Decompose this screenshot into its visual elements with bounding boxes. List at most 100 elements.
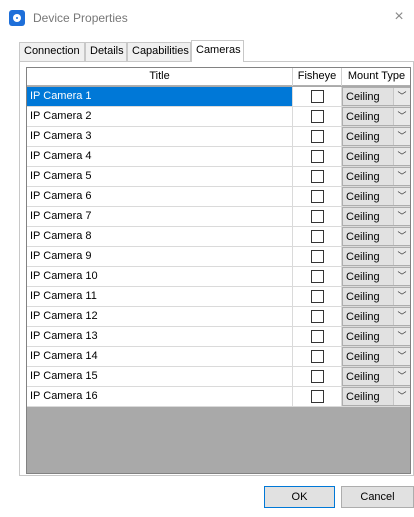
fisheye-checkbox[interactable] <box>311 210 324 223</box>
mount-type-dropdown[interactable]: Ceiling ﹀ <box>342 167 410 186</box>
mount-type-value: Ceiling <box>346 351 380 363</box>
chevron-down-icon[interactable]: ﹀ <box>393 268 410 285</box>
mount-type-dropdown[interactable]: Ceiling ﹀ <box>342 287 410 306</box>
close-button[interactable]: × <box>390 7 408 27</box>
camera-title-cell[interactable]: IP Camera 6 <box>27 187 293 206</box>
chevron-down-icon[interactable]: ﹀ <box>393 388 410 405</box>
table-row[interactable]: IP Camera 7 Ceiling ﹀ <box>27 207 410 227</box>
table-row[interactable]: IP Camera 13 Ceiling ﹀ <box>27 327 410 347</box>
cameras-grid[interactable]: Title Fisheye Mount Type IP Camera 1 Ceil… <box>26 67 411 474</box>
mount-type-value: Ceiling <box>346 291 380 303</box>
chevron-down-icon[interactable]: ﹀ <box>393 308 410 325</box>
fisheye-checkbox[interactable] <box>311 230 324 243</box>
mount-type-dropdown[interactable]: Ceiling ﹀ <box>342 147 410 166</box>
chevron-down-icon[interactable]: ﹀ <box>393 368 410 385</box>
chevron-down-icon[interactable]: ﹀ <box>393 168 410 185</box>
fisheye-cell <box>293 147 342 166</box>
ok-button[interactable]: OK <box>264 486 335 508</box>
fisheye-checkbox[interactable] <box>311 310 324 323</box>
table-row[interactable]: IP Camera 11 Ceiling ﹀ <box>27 287 410 307</box>
fisheye-checkbox[interactable] <box>311 290 324 303</box>
table-row[interactable]: IP Camera 3 Ceiling ﹀ <box>27 127 410 147</box>
fisheye-checkbox[interactable] <box>311 350 324 363</box>
tab-connection[interactable]: Connection <box>19 42 85 61</box>
title-bar: Device Properties × <box>0 0 414 36</box>
table-row[interactable]: IP Camera 14 Ceiling ﹀ <box>27 347 410 367</box>
column-header-mount-type[interactable]: Mount Type <box>342 68 410 86</box>
camera-title-cell[interactable]: IP Camera 16 <box>27 387 293 406</box>
fisheye-checkbox[interactable] <box>311 190 324 203</box>
mount-type-value: Ceiling <box>346 371 380 383</box>
chevron-down-icon[interactable]: ﹀ <box>393 348 410 365</box>
chevron-down-icon[interactable]: ﹀ <box>393 208 410 225</box>
table-row[interactable]: IP Camera 5 Ceiling ﹀ <box>27 167 410 187</box>
chevron-down-icon[interactable]: ﹀ <box>393 88 410 105</box>
table-row[interactable]: IP Camera 12 Ceiling ﹀ <box>27 307 410 327</box>
camera-title-cell[interactable]: IP Camera 10 <box>27 267 293 286</box>
tab-cameras[interactable]: Cameras <box>191 40 244 62</box>
app-logo-icon <box>9 10 25 26</box>
tab-capabilities[interactable]: Capabilities <box>127 42 191 61</box>
fisheye-checkbox[interactable] <box>311 370 324 383</box>
table-row[interactable]: IP Camera 8 Ceiling ﹀ <box>27 227 410 247</box>
chevron-down-icon[interactable]: ﹀ <box>393 188 410 205</box>
table-row[interactable]: IP Camera 2 Ceiling ﹀ <box>27 107 410 127</box>
cancel-button[interactable]: Cancel <box>341 486 414 508</box>
chevron-down-icon[interactable]: ﹀ <box>393 328 410 345</box>
camera-title-cell[interactable]: IP Camera 9 <box>27 247 293 266</box>
camera-title-cell[interactable]: IP Camera 7 <box>27 207 293 226</box>
mount-type-dropdown[interactable]: Ceiling ﹀ <box>342 127 410 146</box>
fisheye-checkbox[interactable] <box>311 150 324 163</box>
mount-type-dropdown[interactable]: Ceiling ﹀ <box>342 267 410 286</box>
mount-type-dropdown[interactable]: Ceiling ﹀ <box>342 367 410 386</box>
camera-title-cell[interactable]: IP Camera 13 <box>27 327 293 346</box>
mount-type-value: Ceiling <box>346 271 380 283</box>
fisheye-cell <box>293 367 342 386</box>
camera-title-cell[interactable]: IP Camera 1 <box>27 87 293 106</box>
chevron-down-icon[interactable]: ﹀ <box>393 248 410 265</box>
camera-title-cell[interactable]: IP Camera 12 <box>27 307 293 326</box>
chevron-down-icon[interactable]: ﹀ <box>393 108 410 125</box>
mount-type-dropdown[interactable]: Ceiling ﹀ <box>342 227 410 246</box>
fisheye-checkbox[interactable] <box>311 130 324 143</box>
column-header-title[interactable]: Title <box>27 68 293 86</box>
fisheye-checkbox[interactable] <box>311 390 324 403</box>
table-row[interactable]: IP Camera 1 Ceiling ﹀ <box>27 87 410 107</box>
fisheye-checkbox[interactable] <box>311 90 324 103</box>
fisheye-checkbox[interactable] <box>311 170 324 183</box>
chevron-down-icon[interactable]: ﹀ <box>393 228 410 245</box>
table-row[interactable]: IP Camera 4 Ceiling ﹀ <box>27 147 410 167</box>
tab-details[interactable]: Details <box>85 42 127 61</box>
camera-title-cell[interactable]: IP Camera 15 <box>27 367 293 386</box>
mount-type-dropdown[interactable]: Ceiling ﹀ <box>342 307 410 326</box>
table-row[interactable]: IP Camera 6 Ceiling ﹀ <box>27 187 410 207</box>
mount-type-dropdown[interactable]: Ceiling ﹀ <box>342 327 410 346</box>
chevron-down-icon[interactable]: ﹀ <box>393 288 410 305</box>
fisheye-checkbox[interactable] <box>311 250 324 263</box>
mount-type-dropdown[interactable]: Ceiling ﹀ <box>342 247 410 266</box>
camera-title-cell[interactable]: IP Camera 4 <box>27 147 293 166</box>
camera-title-cell[interactable]: IP Camera 2 <box>27 107 293 126</box>
mount-type-dropdown[interactable]: Ceiling ﹀ <box>342 207 410 226</box>
camera-title-cell[interactable]: IP Camera 8 <box>27 227 293 246</box>
fisheye-checkbox[interactable] <box>311 110 324 123</box>
table-row[interactable]: IP Camera 10 Ceiling ﹀ <box>27 267 410 287</box>
mount-type-dropdown[interactable]: Ceiling ﹀ <box>342 107 410 126</box>
mount-type-dropdown[interactable]: Ceiling ﹀ <box>342 187 410 206</box>
table-row[interactable]: IP Camera 15 Ceiling ﹀ <box>27 367 410 387</box>
mount-type-value: Ceiling <box>346 391 380 403</box>
column-header-fisheye[interactable]: Fisheye <box>293 68 342 86</box>
mount-type-dropdown[interactable]: Ceiling ﹀ <box>342 347 410 366</box>
fisheye-checkbox[interactable] <box>311 330 324 343</box>
camera-title-cell[interactable]: IP Camera 11 <box>27 287 293 306</box>
camera-title-cell[interactable]: IP Camera 14 <box>27 347 293 366</box>
mount-type-dropdown[interactable]: Ceiling ﹀ <box>342 87 410 106</box>
camera-title-cell[interactable]: IP Camera 3 <box>27 127 293 146</box>
table-row[interactable]: IP Camera 16 Ceiling ﹀ <box>27 387 410 407</box>
mount-type-dropdown[interactable]: Ceiling ﹀ <box>342 387 410 406</box>
chevron-down-icon[interactable]: ﹀ <box>393 148 410 165</box>
chevron-down-icon[interactable]: ﹀ <box>393 128 410 145</box>
table-row[interactable]: IP Camera 9 Ceiling ﹀ <box>27 247 410 267</box>
fisheye-checkbox[interactable] <box>311 270 324 283</box>
camera-title-cell[interactable]: IP Camera 5 <box>27 167 293 186</box>
